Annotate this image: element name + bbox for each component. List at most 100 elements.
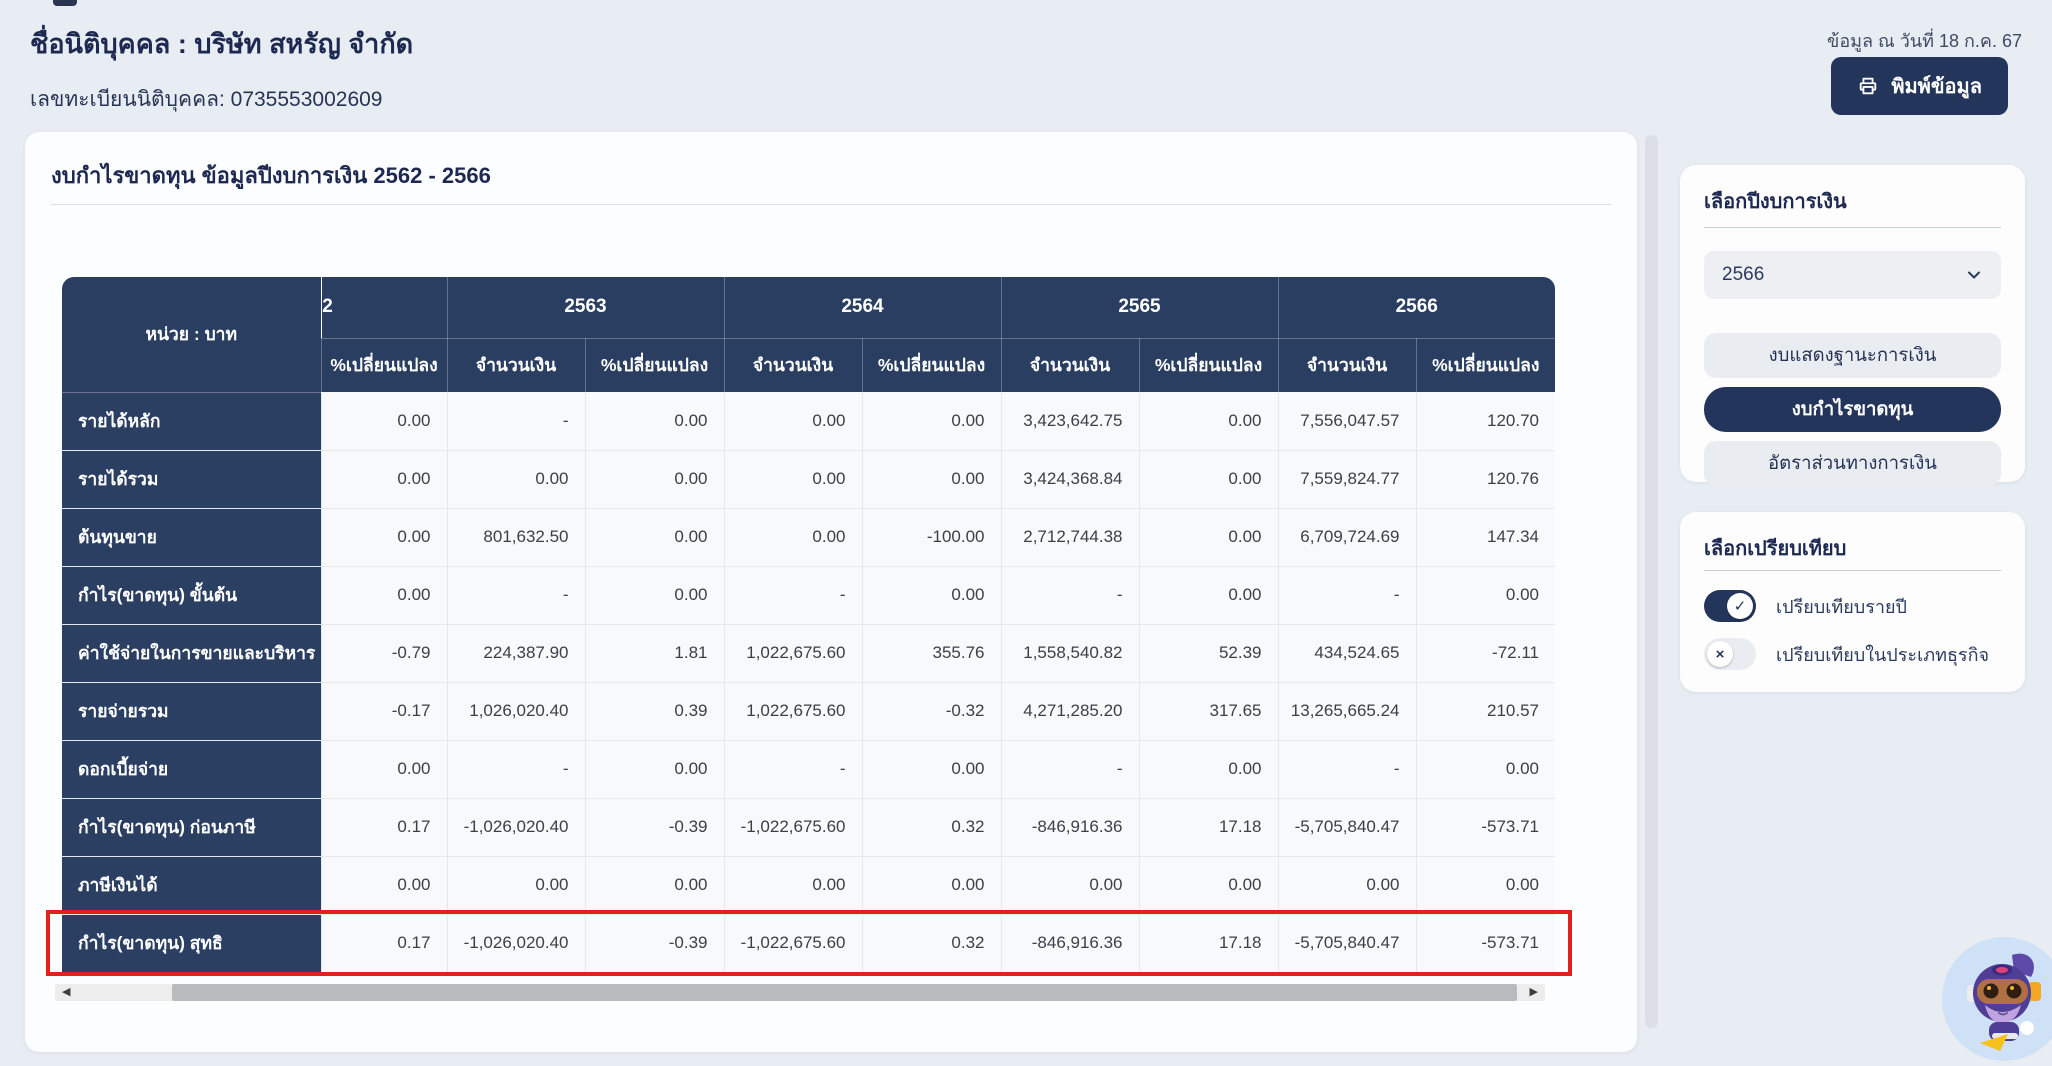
value-cell: 1,026,020.40: [447, 682, 585, 740]
value-cell: 0.00: [1416, 856, 1555, 914]
value-cell: -0.79: [321, 624, 447, 682]
scrollbar-thumb[interactable]: [172, 984, 1517, 1001]
value-cell: -: [1278, 566, 1416, 624]
year-header-2564: 2564: [724, 277, 1001, 338]
printer-icon: [1857, 75, 1879, 97]
statement-tab-button[interactable]: งบกำไรขาดทุน: [1704, 387, 2001, 432]
table-row: ต้นทุนขาย0.00801,632.500.000.00-100.002,…: [62, 508, 1555, 566]
value-cell: -: [724, 566, 862, 624]
toggle-switch[interactable]: ×: [1704, 638, 1756, 670]
row-label: รายได้หลัก: [62, 392, 321, 450]
change-header: %เปลี่ยนแปลง: [585, 338, 724, 392]
unit-header-cell: หน่วย : บาท: [62, 277, 321, 392]
table-row: ดอกเบี้ยจ่าย0.00-0.00-0.00-0.00-0.00: [62, 740, 1555, 798]
year-select[interactable]: 2566: [1704, 251, 2001, 299]
chevron-down-icon: [1965, 266, 1983, 284]
value-cell: 147.34: [1416, 508, 1555, 566]
value-cell: -1,022,675.60: [724, 798, 862, 856]
vertical-scrollbar[interactable]: [1645, 135, 1658, 1028]
amount-header: จำนวนเงิน: [724, 338, 862, 392]
table-row: ค่าใช้จ่ายในการขายและบริหาร-0.79224,387.…: [62, 624, 1555, 682]
value-cell: -100.00: [862, 508, 1001, 566]
value-cell: -846,916.36: [1001, 798, 1139, 856]
value-cell: 0.00: [585, 508, 724, 566]
mascot-chat-widget[interactable]: [1942, 937, 2052, 1061]
registration-number: เลขทะเบียนนิติบุคคล: 0735553002609: [30, 83, 413, 116]
row-label: รายได้รวม: [62, 450, 321, 508]
change-header: %เปลี่ยนแปลง: [862, 338, 1001, 392]
table-row: กำไร(ขาดทุน) ขั้นต้น0.00-0.00-0.00-0.00-…: [62, 566, 1555, 624]
value-cell: 434,524.65: [1278, 624, 1416, 682]
data-as-of-date: ข้อมูล ณ วันที่ 18 ก.ค. 67: [1827, 26, 2022, 55]
toggle-label: เปรียบเทียบรายปี: [1776, 592, 1907, 621]
statement-tab-button[interactable]: งบแสดงฐานะการเงิน: [1704, 333, 2001, 378]
toggle-row: ✓ เปรียบเทียบรายปี: [1704, 590, 2004, 622]
year-header-2566: 2566: [1278, 277, 1555, 338]
row-label: ดอกเบี้ยจ่าย: [62, 740, 321, 798]
top-notch: [53, 0, 77, 6]
year-header-2563: 2563: [447, 277, 724, 338]
value-cell: 0.00: [585, 740, 724, 798]
table-row: รายได้รวม0.000.000.000.000.003,424,368.8…: [62, 450, 1555, 508]
scroll-right-arrow[interactable]: ▶: [1530, 985, 1538, 1000]
value-cell: 0.00: [1139, 450, 1278, 508]
value-cell: 0.00: [321, 508, 447, 566]
value-cell: 0.00: [585, 566, 724, 624]
company-title: ชื่อนิติบุคคล : บริษัท สหรัญ จำกัด: [30, 22, 413, 65]
mascot-avatar: [1942, 937, 2052, 1061]
value-cell: 801,632.50: [447, 508, 585, 566]
value-cell: 2,712,744.38: [1001, 508, 1139, 566]
value-cell: 0.32: [862, 914, 1001, 972]
value-cell: -0.32: [862, 682, 1001, 740]
value-cell: -1,026,020.40: [447, 798, 585, 856]
value-cell: -72.11: [1416, 624, 1555, 682]
value-cell: -1,026,020.40: [447, 914, 585, 972]
value-cell: 0.17: [321, 798, 447, 856]
table-row: กำไร(ขาดทุน) สุทธิ0.17-1,026,020.40-0.39…: [62, 914, 1555, 972]
row-label: รายจ่ายรวม: [62, 682, 321, 740]
statement-buttons: งบแสดงฐานะการเงินงบกำไรขาดทุนอัตราส่วนทา…: [1704, 333, 2001, 495]
compare-toggles: ✓ เปรียบเทียบรายปี × เปรียบเทียบในประเภทธุร…: [1704, 590, 2004, 686]
value-cell: 1,022,675.60: [724, 624, 862, 682]
year-header-2565: 2565: [1001, 277, 1278, 338]
row-label: ต้นทุนขาย: [62, 508, 321, 566]
value-cell: 0.00: [321, 392, 447, 450]
value-cell: 0.00: [1416, 566, 1555, 624]
horizontal-scrollbar[interactable]: ◀ ▶: [55, 984, 1545, 1001]
year-select-value: 2566: [1722, 264, 1764, 286]
value-cell: 0.00: [724, 392, 862, 450]
compare-panel-title: เลือกเปรียบเทียบ: [1704, 532, 1846, 564]
scroll-left-arrow[interactable]: ◀: [62, 985, 70, 1000]
statement-tab-button[interactable]: อัตราส่วนทางการเงิน: [1704, 441, 2001, 486]
value-cell: -: [1001, 740, 1139, 798]
value-cell: -846,916.36: [1001, 914, 1139, 972]
value-cell: 7,559,824.77: [1278, 450, 1416, 508]
value-cell: 0.00: [1278, 856, 1416, 914]
value-cell: 13,265,665.24: [1278, 682, 1416, 740]
value-cell: -0.17: [321, 682, 447, 740]
toggle-switch[interactable]: ✓: [1704, 590, 1756, 622]
value-cell: 0.00: [585, 856, 724, 914]
value-cell: 0.00: [321, 856, 447, 914]
check-icon: ✓: [1727, 593, 1753, 619]
toggle-label: เปรียบเทียบในประเภทธุรกิจ: [1776, 640, 1989, 669]
print-button[interactable]: พิมพ์ข้อมูล: [1831, 57, 2008, 115]
value-cell: 17.18: [1139, 798, 1278, 856]
value-cell: -: [724, 740, 862, 798]
year-header-row: หน่วย : บาท 2562 2563 2564 2565 2566: [62, 277, 1555, 338]
table-body: รายได้หลัก0.00-0.000.000.003,423,642.750…: [62, 392, 1555, 972]
value-cell: 0.00: [321, 450, 447, 508]
value-cell: 0.00: [1139, 740, 1278, 798]
toggle-row: × เปรียบเทียบในประเภทธุรกิจ: [1704, 638, 2004, 670]
amount-header: จำนวนเงิน: [1001, 338, 1139, 392]
value-cell: 0.00: [1139, 508, 1278, 566]
value-cell: 1,022,675.60: [724, 682, 862, 740]
compare-panel: เลือกเปรียบเทียบ ✓ เปรียบเทียบรายปี × เปรีย…: [1680, 512, 2025, 692]
value-cell: 0.00: [585, 392, 724, 450]
value-cell: 7,556,047.57: [1278, 392, 1416, 450]
value-cell: 0.00: [724, 856, 862, 914]
value-cell: 0.00: [862, 566, 1001, 624]
value-cell: 210.57: [1416, 682, 1555, 740]
panel-divider: [1704, 227, 2001, 228]
title-divider: [51, 204, 1611, 205]
